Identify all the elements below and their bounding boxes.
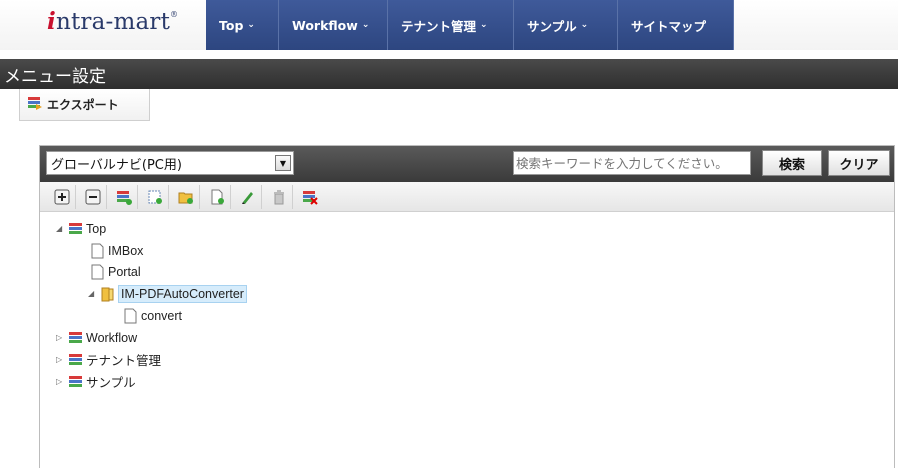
- add-page-icon[interactable]: [141, 184, 169, 209]
- dropdown-arrow-icon[interactable]: ▼: [275, 155, 291, 171]
- chevron-down-icon: ⌄: [480, 20, 488, 30]
- nav-item-sample[interactable]: サンプル ⌄: [514, 0, 618, 50]
- collapsed-arrow-icon[interactable]: ▷: [56, 377, 68, 386]
- chevron-down-icon: ⌄: [361, 20, 370, 30]
- intra-mart-logo[interactable]: intra-mart®: [47, 8, 178, 35]
- page-icon: [90, 264, 105, 280]
- nav-item-workflow[interactable]: Workflow ⌄: [279, 0, 388, 50]
- nav-item-tenant-management[interactable]: テナント管理 ⌄: [388, 0, 514, 50]
- add-category-icon[interactable]: [110, 184, 138, 209]
- page-title-bar: メニュー設定: [0, 59, 898, 89]
- collapsed-arrow-icon[interactable]: ▷: [56, 355, 68, 364]
- add-folder-icon[interactable]: [172, 184, 200, 209]
- collapsed-arrow-icon[interactable]: ▷: [56, 333, 68, 342]
- category-icon: [68, 331, 83, 345]
- chevron-down-icon: ⌄: [247, 20, 255, 30]
- export-label: エクスポート: [47, 98, 119, 112]
- export-button[interactable]: エクスポート: [19, 89, 150, 121]
- clear-button[interactable]: クリア: [828, 150, 890, 176]
- page-icon: [123, 308, 138, 324]
- tree-node-portal[interactable]: Portal: [90, 261, 141, 282]
- page-title: メニュー設定: [4, 66, 106, 87]
- tree-node-workflow[interactable]: ▷ Workflow: [56, 327, 137, 348]
- menu-tree-panel: グローバルナビ(PC用) ▼ 検索 クリア: [39, 145, 895, 468]
- delete-icon[interactable]: [265, 184, 293, 209]
- tree-node-top[interactable]: ◢ Top: [56, 218, 106, 239]
- category-icon: [68, 222, 83, 236]
- collapse-all-icon[interactable]: [79, 184, 107, 209]
- expanded-arrow-icon[interactable]: ◢: [88, 289, 100, 298]
- menu-group-select[interactable]: グローバルナビ(PC用) ▼: [46, 151, 294, 175]
- menu-group-value: グローバルナビ(PC用): [51, 157, 182, 173]
- brand-area: intra-mart®: [0, 0, 206, 50]
- disable-icon[interactable]: [296, 185, 324, 209]
- main-menu-bar: Top ⌄ Workflow ⌄ テナント管理 ⌄ サンプル ⌄ サイトマップ: [206, 0, 734, 50]
- expand-all-icon[interactable]: [48, 184, 76, 209]
- export-icon: [27, 95, 43, 114]
- tree-node-tenant-management[interactable]: ▷ テナント管理: [56, 349, 161, 370]
- category-icon: [68, 375, 83, 389]
- folder-icon: [100, 286, 115, 302]
- search-bar: グローバルナビ(PC用) ▼ 検索 クリア: [40, 146, 894, 182]
- top-navigation: intra-mart® Top ⌄ Workflow ⌄ テナント管理 ⌄ サンプル ⌄…: [0, 0, 898, 50]
- expanded-arrow-icon[interactable]: ◢: [56, 224, 68, 233]
- tree-node-convert[interactable]: convert: [123, 305, 182, 326]
- page-icon: [90, 243, 105, 259]
- category-icon: [68, 353, 83, 367]
- edit-icon[interactable]: [234, 184, 262, 209]
- tree-node-imbox[interactable]: IMBox: [90, 240, 143, 261]
- tree-node-im-pdfautoconverter[interactable]: ◢ IM-PDFAutoConverter: [88, 283, 247, 304]
- chevron-down-icon: ⌄: [580, 20, 589, 30]
- new-item-icon[interactable]: [203, 184, 231, 209]
- search-input[interactable]: [513, 151, 751, 175]
- nav-item-top[interactable]: Top ⌄: [206, 0, 279, 50]
- tree-node-sample[interactable]: ▷ サンプル: [56, 371, 136, 392]
- tree-toolbar: [40, 182, 894, 212]
- search-button[interactable]: 検索: [762, 150, 822, 176]
- nav-item-sitemap[interactable]: サイトマップ: [618, 0, 734, 50]
